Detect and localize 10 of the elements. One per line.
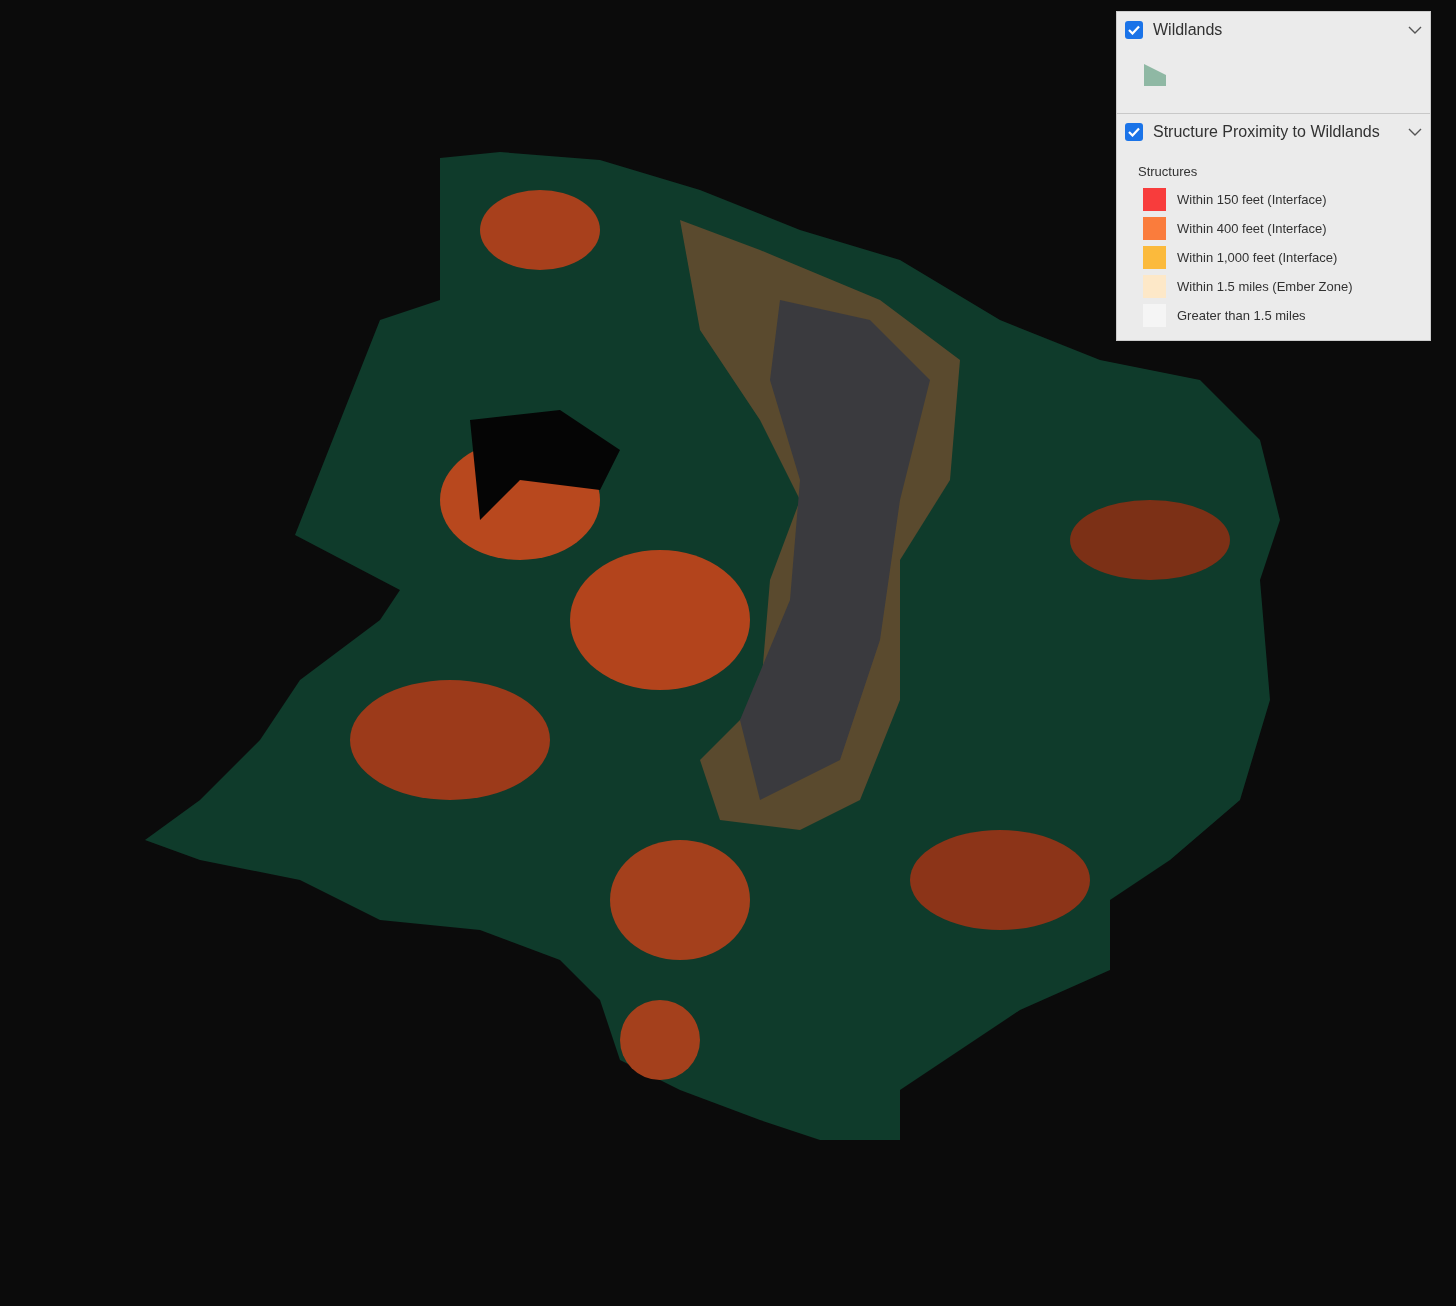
legend-label: Greater than 1.5 miles [1177,307,1306,325]
legend-label: Within 150 feet (Interface) [1177,191,1327,209]
layer-title: Wildlands [1153,20,1224,40]
layer-title: Structure Proximity to Wildlands [1153,121,1381,142]
layer-checkbox[interactable] [1125,21,1143,39]
legend-group-label: Structures [1138,162,1199,181]
legend-label: Within 1,000 feet (Interface) [1177,249,1338,267]
layer-checkbox[interactable] [1125,122,1143,141]
legend-label: Within 400 feet (Interface) [1177,220,1327,238]
legend-label: Within 1.5 miles (Ember Zone) [1177,278,1353,296]
